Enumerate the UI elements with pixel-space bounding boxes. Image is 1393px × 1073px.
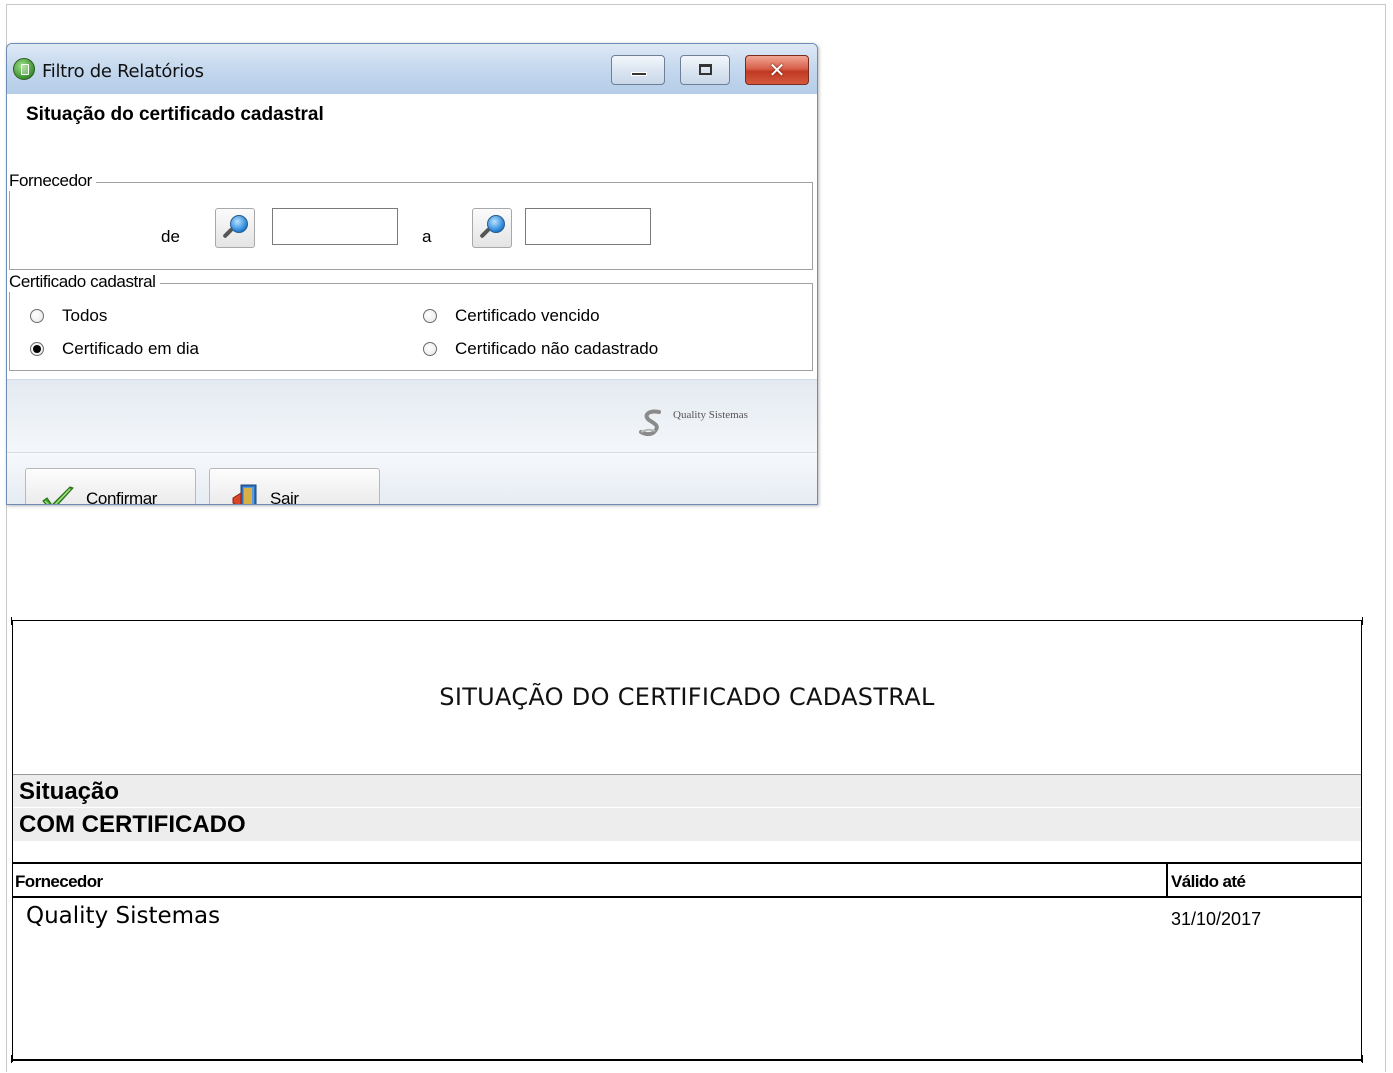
table-header: Fornecedor Válido até bbox=[13, 862, 1361, 898]
window-title: Filtro de Relatórios bbox=[42, 61, 204, 82]
radio-todos[interactable] bbox=[30, 309, 44, 323]
exit-label: Sair bbox=[270, 489, 299, 505]
title-bar[interactable]: Filtro de Relatórios ✕ bbox=[7, 44, 817, 94]
section-label: Situação bbox=[19, 778, 120, 805]
column-header-valido-ate: Válido até bbox=[1171, 872, 1246, 891]
column-divider bbox=[1166, 864, 1168, 896]
report-bottom-rule bbox=[13, 1059, 1361, 1061]
radio-certificado-nao-cadastrado-label[interactable]: Certificado não cadastrado bbox=[455, 339, 658, 359]
cell-fornecedor: Quality Sistemas bbox=[26, 903, 221, 929]
section-label-band: Situação bbox=[13, 774, 1361, 807]
radio-certificado-em-dia-label[interactable]: Certificado em dia bbox=[62, 339, 199, 359]
certificado-group: Certificado cadastral Todos Certificado … bbox=[9, 272, 813, 371]
corner-tick bbox=[11, 617, 12, 625]
fornecedor-group: Fornecedor de a bbox=[9, 171, 813, 270]
maximize-icon bbox=[699, 64, 712, 75]
quality-sistemas-logo: Quality Sistemas bbox=[637, 405, 789, 439]
confirm-button[interactable]: Confirmar bbox=[25, 468, 196, 505]
radio-certificado-nao-cadastrado[interactable] bbox=[423, 342, 437, 356]
radio-todos-label[interactable]: Todos bbox=[62, 306, 107, 326]
corner-tick bbox=[1362, 1055, 1363, 1063]
search-icon bbox=[230, 215, 248, 233]
logo-text: Quality Sistemas bbox=[673, 409, 748, 421]
maximize-button[interactable] bbox=[680, 55, 730, 85]
corner-tick bbox=[1362, 617, 1363, 625]
dialog-content: Situação do certificado cadastral Fornec… bbox=[7, 94, 817, 379]
minimize-button[interactable] bbox=[611, 55, 665, 85]
fornecedor-from-input[interactable] bbox=[272, 208, 398, 245]
certificado-legend: Certificado cadastral bbox=[9, 272, 160, 292]
checkmark-icon bbox=[42, 486, 74, 504]
confirm-label: Confirmar bbox=[86, 489, 158, 505]
radio-certificado-vencido-label[interactable]: Certificado vencido bbox=[455, 306, 600, 326]
close-icon: ✕ bbox=[768, 58, 786, 82]
from-label: de bbox=[161, 227, 180, 246]
logo-band: Quality Sistemas bbox=[7, 379, 817, 452]
search-from-button[interactable] bbox=[215, 208, 255, 248]
report-page: SITUAÇÃO DO CERTIFICADO CADASTRAL Situaç… bbox=[11, 617, 1363, 1063]
column-header-fornecedor: Fornecedor bbox=[15, 872, 103, 891]
fornecedor-legend: Fornecedor bbox=[9, 171, 96, 191]
close-button[interactable]: ✕ bbox=[745, 55, 809, 85]
section-value: COM CERTIFICADO bbox=[19, 811, 246, 838]
exit-door-icon bbox=[232, 484, 257, 504]
dialog-heading: Situação do certificado cadastral bbox=[26, 104, 324, 125]
minimize-icon bbox=[631, 72, 647, 76]
corner-tick bbox=[11, 1055, 12, 1063]
report-title: SITUAÇÃO DO CERTIFICADO CADASTRAL bbox=[439, 683, 935, 711]
search-to-button[interactable] bbox=[472, 208, 512, 248]
to-label: a bbox=[422, 227, 432, 246]
search-icon bbox=[487, 215, 505, 233]
button-bar: Confirmar Sair bbox=[7, 452, 817, 504]
exit-button[interactable]: Sair bbox=[209, 468, 380, 505]
radio-certificado-vencido[interactable] bbox=[423, 309, 437, 323]
logo-mark-icon bbox=[639, 409, 661, 437]
cell-valido-ate: 31/10/2017 bbox=[1171, 909, 1262, 929]
radio-certificado-em-dia[interactable] bbox=[30, 342, 44, 356]
fornecedor-to-input[interactable] bbox=[525, 208, 651, 245]
section-value-band: COM CERTIFICADO bbox=[13, 808, 1361, 841]
app-icon bbox=[13, 58, 35, 80]
filter-dialog-window: Filtro de Relatórios ✕ Situação do certi… bbox=[6, 43, 818, 505]
